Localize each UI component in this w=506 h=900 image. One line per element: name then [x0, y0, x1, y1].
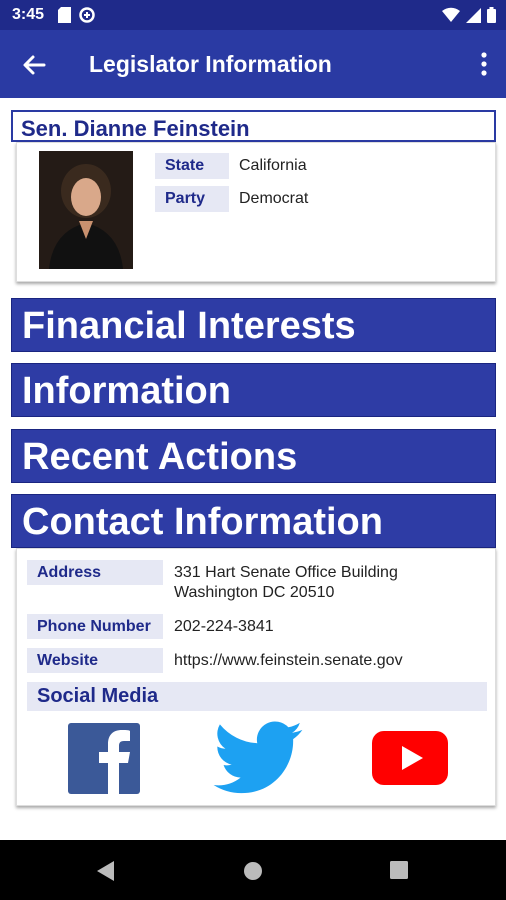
address-value: 331 Hart Senate Office Building Washingt…	[174, 563, 398, 603]
legislator-name: Sen. Dianne Feinstein	[11, 110, 496, 142]
state-value: California	[239, 157, 307, 174]
state-label: State	[155, 153, 229, 179]
party-label: Party	[155, 186, 229, 212]
party-value: Democrat	[239, 190, 309, 207]
nav-back-icon[interactable]	[96, 860, 116, 882]
profile-card: State California Party Democrat	[16, 142, 496, 282]
website-label: Website	[27, 648, 163, 673]
system-navigation-bar	[0, 840, 506, 900]
signal-icon	[466, 8, 481, 23]
status-system-icons	[442, 7, 496, 23]
wifi-icon	[442, 7, 460, 23]
nav-recents-icon[interactable]	[390, 861, 408, 879]
app-bar: Legislator Information	[0, 30, 506, 98]
sd-card-icon	[58, 7, 71, 23]
address-line-2: Washington DC 20510	[174, 584, 335, 601]
battery-icon	[487, 7, 496, 23]
section-information[interactable]: Information	[11, 363, 496, 417]
content-scroll[interactable]: Sen. Dianne Feinstein State California P…	[0, 98, 506, 840]
data-saver-icon	[79, 7, 95, 23]
address-line-1: 331 Hart Senate Office Building	[174, 564, 398, 581]
address-label: Address	[27, 560, 163, 585]
phone-value[interactable]: 202-224-3841	[174, 617, 274, 637]
status-bar: 3:45	[0, 0, 506, 30]
status-time: 3:45	[12, 6, 45, 23]
youtube-icon[interactable]	[372, 731, 448, 785]
section-recent-actions[interactable]: Recent Actions	[11, 429, 496, 483]
social-media-header: Social Media	[27, 682, 487, 711]
status-notification-icons	[58, 7, 95, 23]
legislator-portrait	[39, 151, 133, 269]
nav-home-icon[interactable]	[243, 861, 263, 881]
phone-label: Phone Number	[27, 614, 163, 639]
app-title: Legislator Information	[89, 51, 332, 77]
back-arrow-icon[interactable]	[18, 49, 50, 81]
website-link[interactable]: https://www.feinstein.senate.gov	[174, 651, 403, 671]
section-financial-interests[interactable]: Financial Interests	[11, 298, 496, 352]
twitter-icon[interactable]	[213, 721, 303, 795]
facebook-icon[interactable]	[68, 723, 140, 794]
section-contact-information[interactable]: Contact Information	[11, 494, 496, 548]
contact-card: Address 331 Hart Senate Office Building …	[16, 548, 496, 806]
more-options-icon[interactable]	[478, 50, 490, 78]
